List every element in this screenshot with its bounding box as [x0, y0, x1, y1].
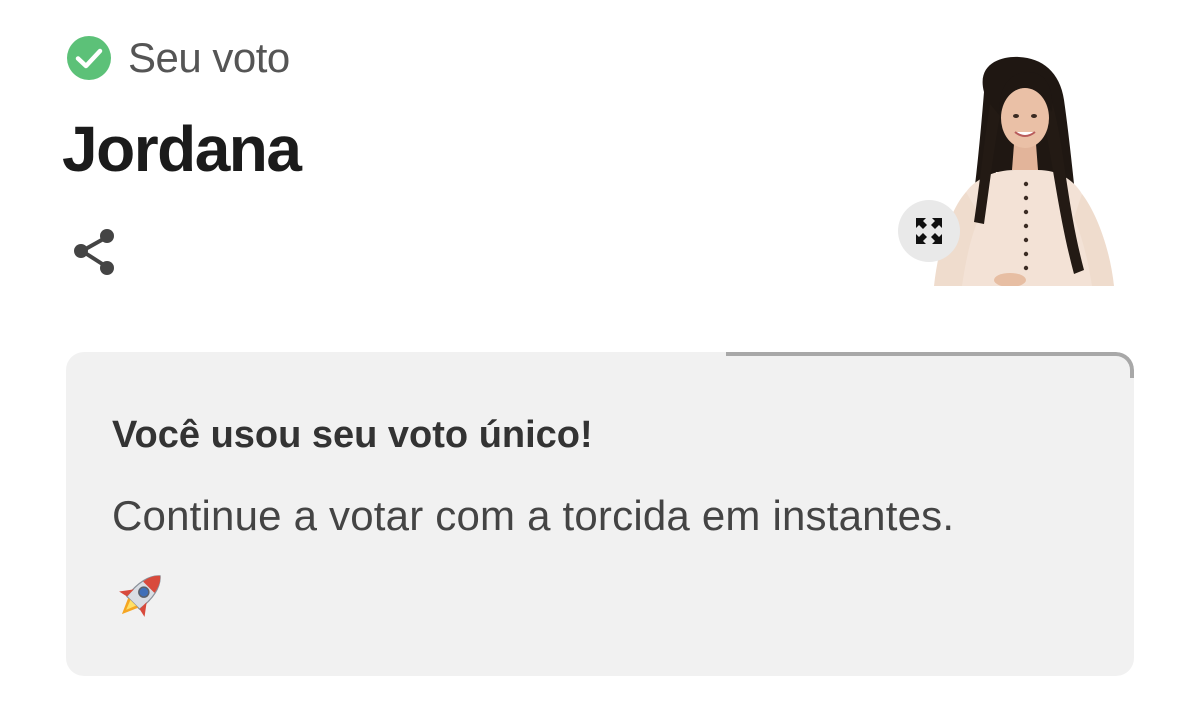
card-message: Continue a votar com a torcida em instan… [112, 492, 955, 539]
share-icon[interactable] [70, 226, 120, 278]
candidate-name: Jordana [62, 113, 302, 185]
vote-label: Seu voto [128, 34, 290, 81]
cooldown-progress-indicator [726, 352, 1134, 378]
vote-header: Seu voto [66, 34, 290, 82]
expand-photo-button[interactable] [898, 200, 960, 262]
rocket-icon [119, 575, 161, 617]
vote-used-card: Você usou seu voto único! Continue a vot… [66, 352, 1134, 676]
card-title: Você usou seu voto único! [112, 414, 593, 456]
check-circle-icon [67, 36, 111, 80]
expand-icon [916, 218, 942, 244]
vote-confirmation-page: Seu voto Jordana Você usou seu voto únic… [0, 0, 1200, 704]
